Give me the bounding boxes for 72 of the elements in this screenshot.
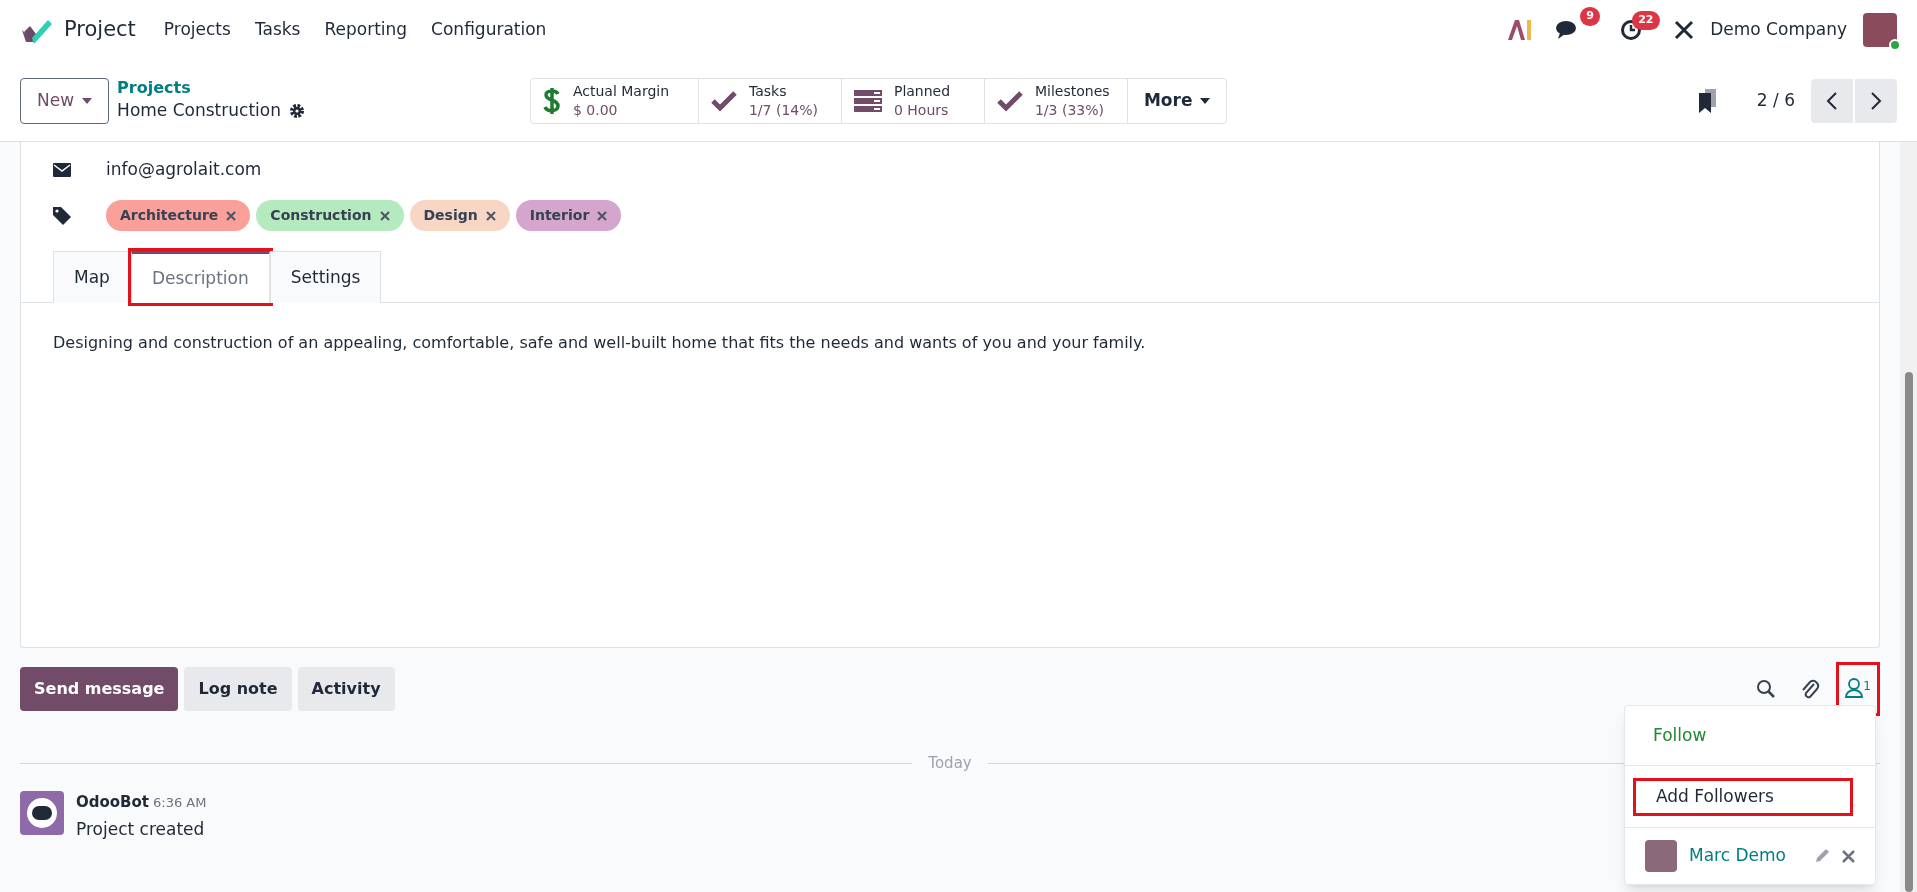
caret-icon [1200, 97, 1211, 104]
stat-button[interactable]: Milestones 1/3 (33%) [984, 78, 1128, 123]
tag-icon [53, 206, 71, 225]
menu-item[interactable]: Reporting [324, 17, 408, 43]
person-icon [1845, 677, 1864, 699]
stat-label: Actual Margin [572, 81, 670, 101]
message-count-badge: 9 [1580, 7, 1600, 26]
search-icon[interactable] [1756, 679, 1776, 699]
pager-value: 2 / 6 [1756, 88, 1795, 112]
activity-count-badge: 22 [1632, 11, 1660, 30]
stat-value: 1/7 (14%) [748, 100, 818, 120]
stat-value: $ 0.00 [572, 100, 619, 120]
stat-label: Tasks [748, 81, 788, 101]
menu-item[interactable]: Projects [163, 17, 231, 43]
stat-value: 0 Hours [893, 100, 950, 120]
follower-name[interactable]: Marc Demo [1689, 843, 1786, 869]
email-value: info@agrolait.com [106, 158, 262, 182]
stat-button[interactable]: Actual Margin $ 0.00 [530, 78, 699, 123]
checkmark-icon [710, 89, 737, 112]
app-name[interactable]: Project [64, 14, 136, 46]
message-body: Project created [76, 818, 206, 841]
gear-icon[interactable] [288, 102, 305, 119]
follower-avatar [1645, 840, 1677, 872]
remove-icon[interactable] [597, 210, 608, 221]
envelope-icon [53, 163, 71, 177]
remove-icon[interactable] [485, 210, 496, 221]
more-button[interactable]: More [1127, 78, 1227, 123]
user-avatar[interactable] [1863, 13, 1897, 47]
tag-chip: Construction [256, 200, 404, 231]
dollar-icon [542, 85, 561, 116]
caret-icon [82, 97, 93, 104]
stat-button[interactable]: Planned 0 Hours [841, 78, 985, 123]
tab[interactable]: Settings [269, 251, 382, 303]
new-button[interactable]: New [20, 77, 110, 124]
follow-menu-item[interactable]: Follow [1625, 706, 1875, 766]
chevron-left-icon [1826, 91, 1838, 110]
previous-button[interactable] [1811, 78, 1853, 123]
online-status-icon [1889, 39, 1901, 51]
description-text: Designing and construction of an appealing, comfortable, safe and well-built home that fits the needs and wants of you and your family. [52, 332, 1147, 354]
chatter-button[interactable]: Send message [20, 667, 179, 711]
record-title: Home Construction [117, 98, 281, 122]
chatter-button[interactable]: Log note [184, 667, 292, 711]
bookmark-icon[interactable] [1698, 88, 1717, 113]
company-name[interactable]: Demo Company [1710, 17, 1847, 43]
close-icon[interactable] [1842, 849, 1855, 863]
paperclip-icon[interactable] [1800, 678, 1820, 700]
date-separator: Today [927, 753, 973, 774]
tab[interactable]: Map [53, 251, 131, 303]
chatter-button[interactable]: Activity [297, 667, 395, 711]
tools-icon[interactable] [1674, 20, 1695, 40]
chevron-right-icon [1870, 91, 1882, 110]
tab[interactable]: Description [130, 251, 270, 303]
remove-icon[interactable] [226, 210, 237, 221]
stat-value: 1/3 (33%) [1034, 100, 1105, 120]
checkmark-icon [996, 89, 1023, 112]
stat-button[interactable]: Tasks 1/7 (14%) [698, 78, 842, 123]
message-time: 6:36 AM [153, 793, 207, 812]
message-author: OdooBot [76, 791, 149, 813]
menu-item[interactable]: Configuration [431, 17, 547, 43]
bot-avatar [20, 790, 64, 835]
add-followers-menu-item[interactable]: Add Followers [1633, 777, 1853, 816]
stat-label: Planned [893, 81, 951, 101]
server-stack-icon [853, 89, 882, 112]
menu-item[interactable]: Tasks [254, 17, 301, 43]
ai-logo-icon[interactable] [1508, 20, 1533, 40]
tag-chip: Interior [515, 200, 622, 231]
tag-chip: Design [409, 200, 510, 231]
next-button[interactable] [1855, 78, 1897, 123]
stat-label: Milestones [1034, 81, 1110, 101]
tag-chip: Architecture [106, 200, 251, 231]
remove-icon[interactable] [379, 210, 390, 221]
breadcrumb-link[interactable]: Projects [117, 77, 305, 98]
